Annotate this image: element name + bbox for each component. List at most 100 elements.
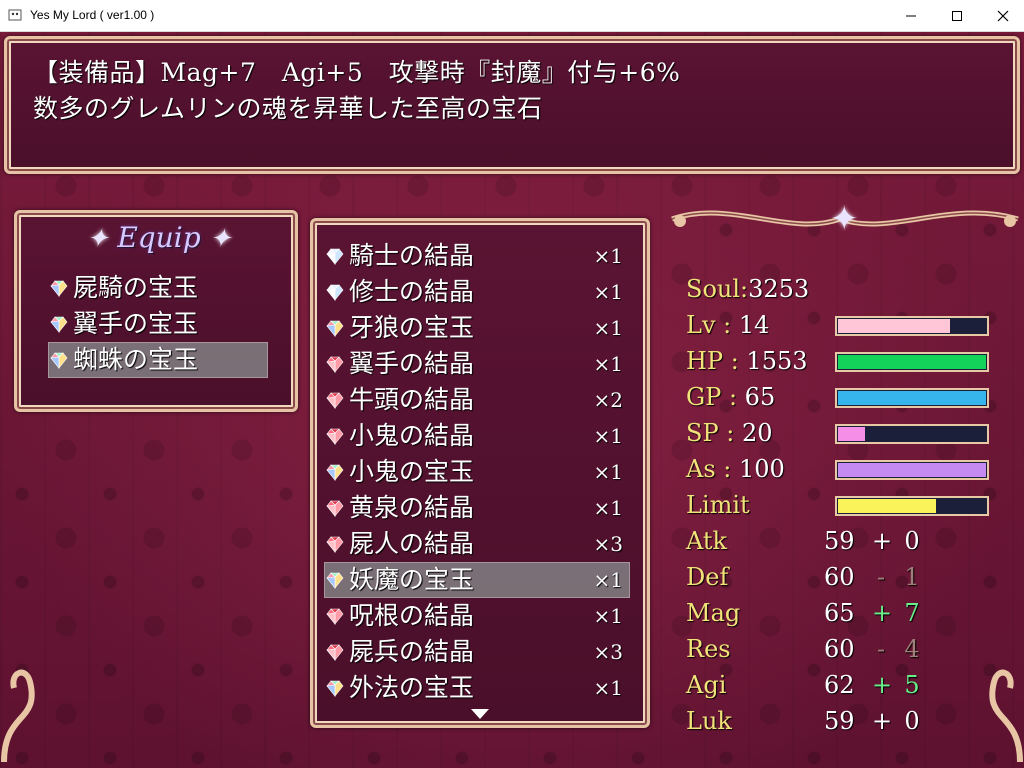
item-name: 小鬼の結晶	[349, 421, 475, 450]
inventory-item[interactable]: 屍人の結晶 ×3	[325, 527, 629, 561]
red-gem-icon	[326, 356, 344, 373]
param-bonus: 5	[904, 671, 920, 699]
gauge-fill	[838, 499, 936, 513]
inventory-item[interactable]: 黄泉の結晶 ×1	[325, 491, 629, 525]
param-sign: +	[872, 599, 893, 627]
equip-slot[interactable]: 屍騎の宝玉	[49, 271, 267, 305]
gauge-label-sp: SP : 20	[686, 419, 772, 447]
rainbow-gem-icon	[326, 320, 344, 337]
app-icon	[8, 9, 22, 21]
help-window: 【装備品】Mag+7 Agi+5 攻撃時『封魔』付与+6% 数多のグレムリンの魂…	[4, 36, 1020, 174]
gauge-value: 65	[744, 383, 776, 411]
inventory-item[interactable]: 騎士の結晶 ×1	[325, 239, 629, 273]
inventory-item[interactable]: 外法の宝玉 ×1	[325, 671, 629, 705]
param-base: 65	[824, 599, 855, 627]
gauge-separator: :	[715, 455, 739, 483]
scroll-down-arrow-icon[interactable]	[471, 709, 489, 719]
inventory-item[interactable]: 牙狼の宝玉 ×1	[325, 311, 629, 345]
param-base: 62	[824, 671, 855, 699]
close-button[interactable]	[980, 0, 1024, 31]
window-titlebar: Yes My Lord ( ver1.00 )	[0, 0, 1024, 32]
minimize-icon	[906, 15, 916, 16]
sparkle-icon: ✦	[209, 224, 232, 254]
item-name: 小鬼の宝玉	[349, 457, 475, 486]
rainbow-gem-icon	[326, 464, 344, 481]
inventory-window: 騎士の結晶 ×1 修士の結晶 ×1 牙狼の宝玉 ×1 翼手の結晶 ×1 牛頭の結晶 ×2 小鬼の結晶…	[310, 218, 650, 728]
red-gem-icon	[326, 428, 344, 445]
gauge-value: 100	[739, 455, 785, 483]
inventory-item[interactable]: 小鬼の宝玉 ×1	[325, 455, 629, 489]
item-quantity: ×1	[593, 604, 623, 628]
inventory-item[interactable]: 牛頭の結晶 ×2	[325, 383, 629, 417]
red-gem-icon	[326, 392, 344, 409]
item-quantity: ×1	[593, 316, 623, 340]
inventory-item[interactable]: 翼手の結晶 ×1	[325, 347, 629, 381]
inventory-item[interactable]: 屍兵の結晶 ×3	[325, 635, 629, 669]
equip-slot[interactable]: 蜘蛛の宝玉	[48, 342, 268, 378]
red-gem-icon	[326, 500, 344, 517]
param-name: Def	[686, 563, 729, 591]
gauge-label-as: As : 100	[686, 455, 785, 483]
equip-slot[interactable]: 翼手の宝玉	[49, 307, 267, 341]
soul-stat: Soul:3253	[686, 275, 810, 303]
item-name: 翼手の結晶	[349, 349, 475, 378]
minimize-button[interactable]	[888, 0, 934, 31]
param-sign: -	[876, 563, 886, 591]
param-base: 60	[824, 563, 855, 591]
gauge-name: Limit	[686, 491, 750, 519]
gauge-label-gp: GP : 65	[686, 383, 775, 411]
param-bonus: 0	[904, 707, 920, 735]
rainbow-gem-icon	[50, 316, 68, 333]
equip-title: ✦ Equip ✦	[17, 221, 301, 254]
item-quantity: ×3	[593, 640, 623, 664]
gauge-label-hp: HP : 1553	[686, 347, 808, 375]
gauge-label-lv: Lv : 14	[686, 311, 769, 339]
gauge-bar-limit	[835, 496, 989, 516]
gauge-name: SP	[686, 419, 719, 447]
gauge-fill	[838, 427, 865, 441]
inventory-item[interactable]: 修士の結晶 ×1	[325, 275, 629, 309]
item-quantity: ×1	[593, 460, 623, 484]
item-name: 外法の宝玉	[349, 673, 475, 702]
rainbow-gem-icon	[326, 680, 344, 697]
item-name: 屍人の結晶	[349, 529, 475, 558]
gauge-bar-gp	[835, 388, 989, 408]
gauge-name: Lv	[686, 311, 716, 339]
param-bonus: 1	[904, 563, 920, 591]
red-gem-icon	[326, 608, 344, 625]
item-quantity: ×1	[593, 676, 623, 700]
window-title: Yes My Lord ( ver1.00 )	[30, 8, 155, 22]
item-quantity: ×1	[593, 568, 623, 592]
item-name: 修士の結晶	[349, 277, 475, 306]
param-name: Res	[686, 635, 731, 663]
item-name: 屍兵の結晶	[349, 637, 475, 666]
game-screen: 【装備品】Mag+7 Agi+5 攻撃時『封魔』付与+6% 数多のグレムリンの魂…	[0, 32, 1024, 768]
red-gem-icon	[326, 536, 344, 553]
inventory-item[interactable]: 妖魔の宝玉 ×1	[324, 562, 630, 598]
item-name: 呪根の結晶	[349, 601, 475, 630]
param-base: 59	[824, 527, 855, 555]
gauge-label-limit: Limit	[686, 491, 750, 519]
maximize-icon	[952, 10, 962, 21]
corner-ornament-left	[1, 669, 35, 763]
gauge-name: HP	[686, 347, 724, 375]
item-name: 牛頭の結晶	[349, 385, 475, 414]
gauge-value: 14	[738, 311, 770, 339]
help-description-text: 数多のグレムリンの魂を昇華した至高の宝石	[33, 94, 543, 123]
red-gem-icon	[326, 644, 344, 661]
gauge-separator: :	[723, 347, 747, 375]
gauge-value: 20	[741, 419, 773, 447]
inventory-item[interactable]: 小鬼の結晶 ×1	[325, 419, 629, 453]
item-quantity: ×3	[593, 532, 623, 556]
param-base: 59	[824, 707, 855, 735]
param-bonus: 4	[904, 635, 920, 663]
rainbow-gem-icon	[50, 352, 68, 369]
item-name: 屍騎の宝玉	[73, 273, 199, 302]
rainbow-gem-icon	[50, 280, 68, 297]
soul-label: Soul	[686, 275, 741, 303]
item-quantity: ×1	[593, 244, 623, 268]
maximize-button[interactable]	[934, 0, 980, 31]
gauge-name: As	[686, 455, 716, 483]
inventory-item[interactable]: 呪根の結晶 ×1	[325, 599, 629, 633]
gauge-name: GP	[686, 383, 722, 411]
